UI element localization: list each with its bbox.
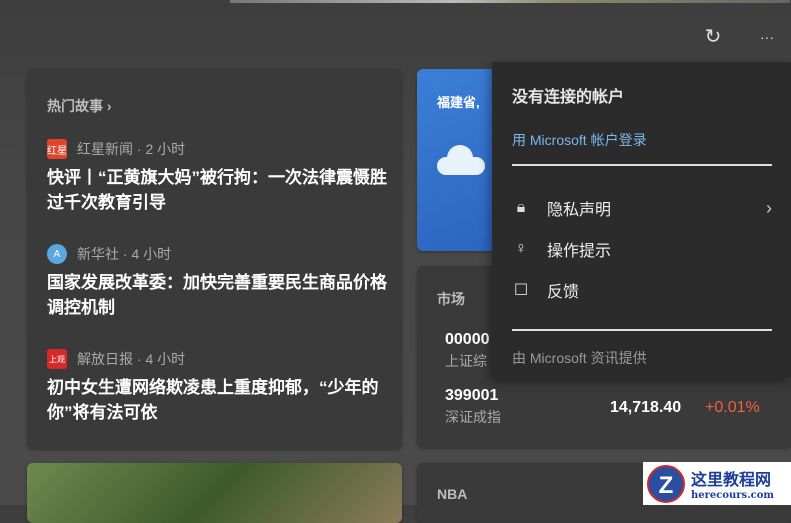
- flyout-title: 没有连接的帐户: [512, 89, 625, 106]
- market-row[interactable]: 399001 深证成指 14,718.40 +0.01%: [445, 387, 765, 431]
- flyout-footer: 由 Microsoft 资讯提供: [512, 350, 647, 366]
- top-strip: [230, 0, 790, 3]
- news-photo[interactable]: [27, 463, 402, 523]
- refresh-icon[interactable]: ↻: [700, 24, 726, 50]
- cloud-icon: [437, 143, 485, 175]
- story-item[interactable]: 红星 红星新闻 · 2 小时 快评丨“正黄旗大妈”被行拘：一次法律震慑胜过千次教育…: [47, 139, 387, 215]
- feedback-icon: ☐: [513, 282, 529, 299]
- story-item[interactable]: 上观 解放日报 · 4 小时 初中女生遭网络欺凌患上重度抑郁，“少年的你”将有法可…: [47, 349, 387, 425]
- stock-value: 14,718.40: [610, 399, 682, 416]
- story-title[interactable]: 快评丨“正黄旗大妈”被行拘：一次法律震慑胜过千次教育引导: [47, 165, 387, 215]
- account-flyout: 没有连接的帐户 用 Microsoft 帐户登录 🔒︎ 隐私声明 › ♀ 操作提示 ☐…: [492, 62, 791, 378]
- source-logo-icon: 上观: [47, 349, 67, 369]
- stock-change: +0.01%: [705, 399, 760, 416]
- market-header: 市场: [437, 291, 465, 307]
- source-name: 红星新闻: [77, 141, 133, 157]
- story-item[interactable]: A 新华社 · 4 小时 国家发展改革委：加快完善重要民生商品价格调控机制: [47, 244, 387, 320]
- menu-item-tips[interactable]: ♀ 操作提示: [512, 234, 772, 264]
- chevron-right-icon: ›: [106, 98, 112, 114]
- watermark-url: herecours.com: [691, 490, 775, 501]
- menu-item-feedback[interactable]: ☐ 反馈: [512, 275, 772, 305]
- menu-item-label: 操作提示: [547, 243, 612, 260]
- story-title[interactable]: 初中女生遭网络欺凌患上重度抑郁，“少年的你”将有法可依: [47, 375, 387, 425]
- more-icon[interactable]: ···: [754, 24, 780, 50]
- source-logo-icon: 红星: [47, 139, 67, 159]
- source-name: 新华社: [77, 246, 119, 262]
- stock-name: 上证综: [445, 353, 487, 369]
- lightbulb-icon: ♀: [515, 240, 527, 257]
- signin-link[interactable]: 用 Microsoft 帐户登录: [512, 130, 647, 150]
- divider: [512, 164, 772, 166]
- story-time: 2 小时: [145, 141, 186, 157]
- market-row[interactable]: 00000 上证综: [445, 331, 490, 371]
- top-stories-card: 热门故事 › 红星 红星新闻 · 2 小时 快评丨“正黄旗大妈”被行拘：一次法律震…: [27, 69, 402, 449]
- story-time: 4 小时: [131, 246, 172, 262]
- chevron-right-icon: ›: [766, 197, 772, 218]
- menu-item-privacy[interactable]: 🔒︎ 隐私声明 ›: [512, 193, 772, 223]
- weather-location: 福建省,: [437, 95, 480, 110]
- watermark: Z 这里教程网 herecours.com: [643, 462, 791, 505]
- lock-icon: 🔒︎: [516, 199, 526, 216]
- divider: [512, 329, 772, 331]
- stock-code: 00000: [445, 331, 490, 348]
- menu-item-label: 反馈: [547, 284, 580, 301]
- nba-header: NBA: [437, 486, 468, 502]
- watermark-logo-icon: Z: [647, 464, 685, 503]
- source-name: 解放日报: [77, 351, 133, 367]
- story-title[interactable]: 国家发展改革委：加快完善重要民生商品价格调控机制: [47, 270, 387, 320]
- menu-item-label: 隐私声明: [547, 202, 612, 219]
- top-stories-header[interactable]: 热门故事 ›: [47, 96, 112, 116]
- watermark-name: 这里教程网: [691, 470, 772, 489]
- source-logo-icon: A: [47, 244, 67, 264]
- story-time: 4 小时: [145, 351, 186, 367]
- header-label: 热门故事: [47, 98, 103, 114]
